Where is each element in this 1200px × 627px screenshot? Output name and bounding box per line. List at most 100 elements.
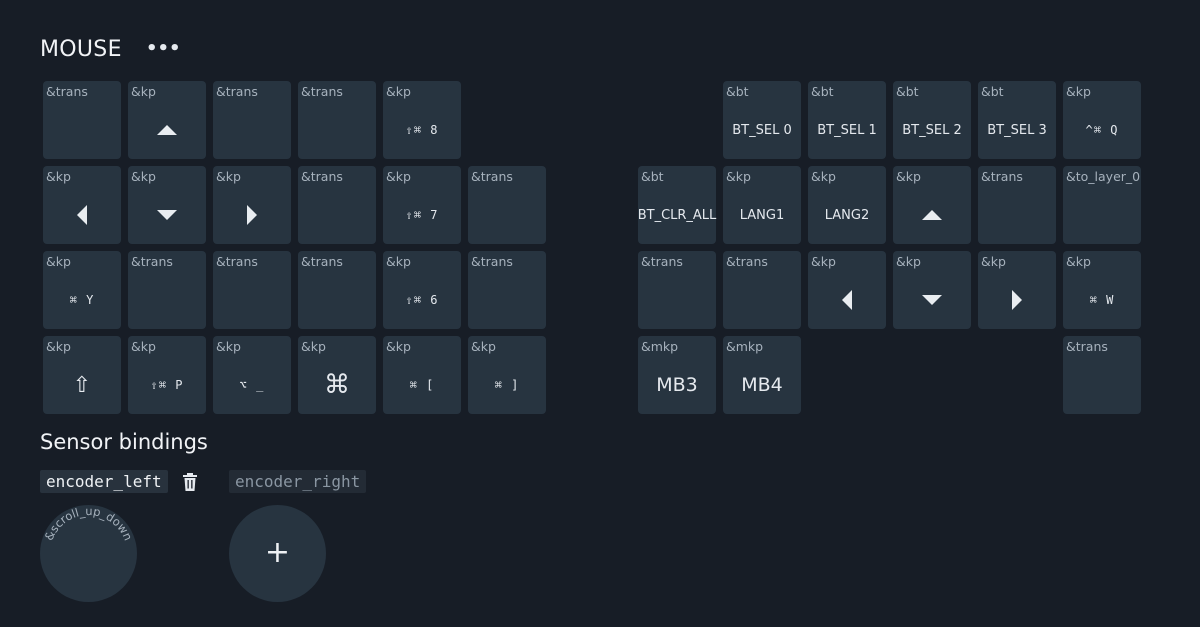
key-behavior-label: &kp	[301, 339, 326, 354]
key[interactable]: &mkp MB4	[723, 336, 801, 414]
tab-encoder-right[interactable]: encoder_right	[229, 470, 367, 493]
key[interactable]: &bt BT_SEL 0	[723, 81, 801, 159]
key[interactable]: &trans	[43, 81, 121, 159]
key-param-icon	[808, 271, 886, 329]
key-behavior-label: &kp	[386, 254, 411, 269]
key-param-label: ⌘	[324, 370, 350, 400]
key[interactable]: &bt BT_SEL 1	[808, 81, 886, 159]
key[interactable]: &trans	[638, 251, 716, 329]
key-param-label: ⌘ [	[409, 378, 435, 392]
key[interactable]: &kp ⇧⌘ 6	[383, 251, 461, 329]
key-behavior-label: &kp	[46, 339, 71, 354]
key[interactable]: &kp	[808, 251, 886, 329]
key-param-label: ⌘ Y	[69, 293, 95, 307]
key[interactable]: &trans	[468, 166, 546, 244]
key-param-label	[43, 101, 121, 159]
add-binding-button[interactable]: +	[229, 505, 326, 602]
key[interactable]: &trans	[723, 251, 801, 329]
key-param-label: MB4	[741, 374, 783, 396]
key-param-label	[978, 186, 1056, 244]
key-param-label: ⌘ W	[1089, 293, 1115, 307]
arrow-left-icon	[842, 290, 852, 310]
key-behavior-label: &kp	[896, 254, 921, 269]
key[interactable]: &kp ⇧	[43, 336, 121, 414]
key[interactable]: &trans	[213, 251, 291, 329]
key[interactable]: &kp	[893, 251, 971, 329]
key-behavior-label: &trans	[301, 254, 343, 269]
key[interactable]: &trans	[213, 81, 291, 159]
key[interactable]: &trans	[1063, 336, 1141, 414]
key[interactable]: &kp	[128, 81, 206, 159]
key-param-label: ⌘ ]	[494, 378, 520, 392]
key-behavior-label: &kp	[386, 169, 411, 184]
key[interactable]: &bt BT_CLR_ALL	[638, 166, 716, 244]
key-behavior-label: &kp	[131, 84, 156, 99]
key-behavior-label: &trans	[131, 254, 173, 269]
key-param-icon	[128, 186, 206, 244]
key[interactable]: &kp ⌘	[298, 336, 376, 414]
key-param-label	[468, 186, 546, 244]
key-param-label	[298, 101, 376, 159]
key[interactable]: &kp ⌘ Y	[43, 251, 121, 329]
key-param-label: BT_CLR_ALL	[637, 207, 717, 223]
key-param-label: BT_SEL 0	[732, 122, 792, 138]
key[interactable]: &kp ^⌘ Q	[1063, 81, 1141, 159]
key-param-label: ⇧⌘ 6	[405, 293, 439, 307]
key[interactable]: &kp	[893, 166, 971, 244]
key[interactable]: &kp	[978, 251, 1056, 329]
key[interactable]: &trans	[978, 166, 1056, 244]
arrow-down-icon	[157, 210, 177, 220]
key-param-label: ^⌘ Q	[1085, 123, 1119, 137]
key-behavior-label: &bt	[811, 84, 834, 99]
key[interactable]: &trans	[298, 166, 376, 244]
key[interactable]: &kp ⇧⌘ 8	[383, 81, 461, 159]
tab-encoder-left[interactable]: encoder_left	[40, 470, 168, 493]
encoder-knob[interactable]: &scroll_up_down	[40, 505, 137, 602]
key-param-label	[128, 271, 206, 329]
key-param-label: MB3	[656, 374, 698, 396]
key-param-icon	[43, 186, 121, 244]
key[interactable]: &to_layer_0	[1063, 166, 1141, 244]
key-behavior-label: &trans	[471, 254, 513, 269]
key[interactable]: &trans	[298, 81, 376, 159]
key-param-label	[213, 101, 291, 159]
key-param-icon	[893, 186, 971, 244]
key[interactable]: &kp ⌥ _	[213, 336, 291, 414]
key[interactable]: &kp ⌘ ]	[468, 336, 546, 414]
key[interactable]: &kp	[43, 166, 121, 244]
key-behavior-label: &trans	[216, 254, 258, 269]
key[interactable]: &kp	[128, 166, 206, 244]
key-param-label: ⌥ _	[239, 378, 265, 392]
key-param-icon	[978, 271, 1056, 329]
knob-binding-label: &scroll_up_down	[42, 505, 136, 543]
layer-title: MOUSE	[40, 37, 122, 62]
key[interactable]: &bt BT_SEL 2	[893, 81, 971, 159]
key[interactable]: &trans	[128, 251, 206, 329]
key[interactable]: &kp ⇧⌘ P	[128, 336, 206, 414]
key-behavior-label: &trans	[216, 84, 258, 99]
key-param-label: LANG2	[824, 207, 870, 223]
layer-menu-button[interactable]: •••	[146, 38, 181, 62]
key-behavior-label: &trans	[301, 169, 343, 184]
key[interactable]: &kp ⌘ [	[383, 336, 461, 414]
key-param-icon	[893, 271, 971, 329]
key[interactable]: &kp LANG2	[808, 166, 886, 244]
key-param-label: BT_SEL 3	[987, 122, 1047, 138]
key-behavior-label: &to_layer_0	[1066, 169, 1141, 184]
key[interactable]: &mkp MB3	[638, 336, 716, 414]
arrow-left-icon	[77, 205, 87, 225]
key[interactable]: &bt BT_SEL 3	[978, 81, 1056, 159]
key-param-label	[1063, 186, 1141, 244]
key[interactable]: &trans	[468, 251, 546, 329]
key[interactable]: &kp ⇧⌘ 7	[383, 166, 461, 244]
key-behavior-label: &trans	[471, 169, 513, 184]
key[interactable]: &kp ⌘ W	[1063, 251, 1141, 329]
key[interactable]: &trans	[298, 251, 376, 329]
key-behavior-label: &kp	[216, 169, 241, 184]
key-behavior-label: &trans	[1066, 339, 1108, 354]
key-behavior-label: &bt	[726, 84, 749, 99]
trash-icon[interactable]	[180, 472, 200, 492]
key[interactable]: &kp	[213, 166, 291, 244]
key-behavior-label: &kp	[981, 254, 1006, 269]
key[interactable]: &kp LANG1	[723, 166, 801, 244]
